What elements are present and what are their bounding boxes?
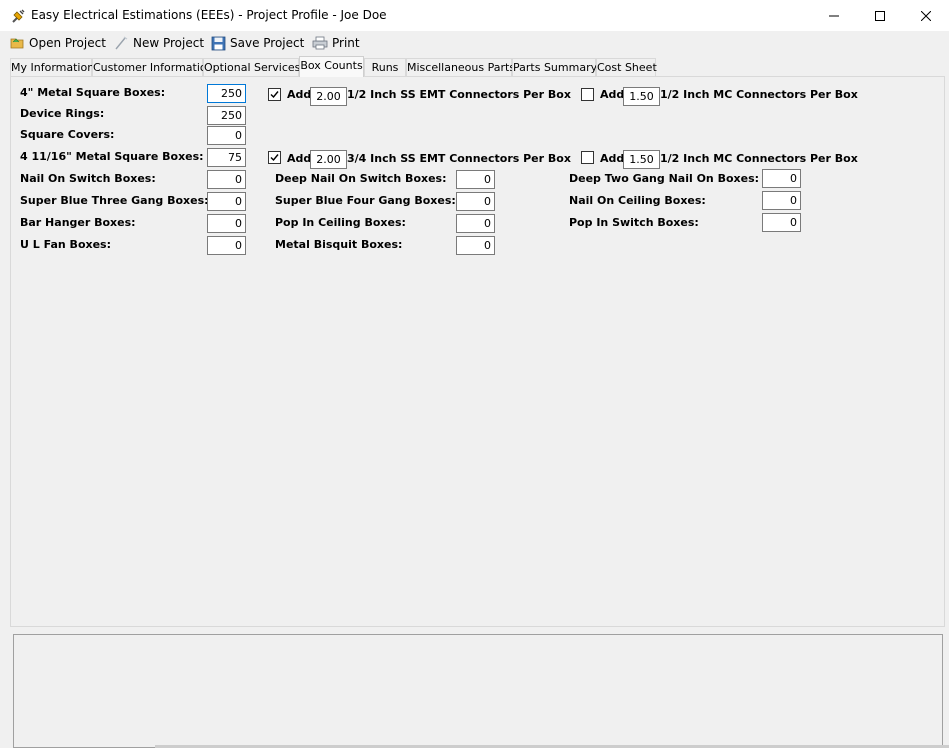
tab-cost-sheet[interactable]: Cost Sheet xyxy=(596,58,657,76)
deep-two-gang-label: Deep Two Gang Nail On Boxes: xyxy=(569,172,760,185)
tab-optional-services[interactable]: Optional Services xyxy=(203,58,300,76)
toolbar: Open Project New Project Save Project Pr… xyxy=(0,31,949,55)
row2-emt-add-label: Add xyxy=(287,152,312,165)
row1-mc-add-label: Add xyxy=(600,88,625,101)
tab-runs[interactable]: Runs xyxy=(364,58,406,76)
row1-emt-checkbox[interactable] xyxy=(268,88,281,101)
open-folder-icon xyxy=(10,38,24,49)
open-project-button[interactable]: Open Project xyxy=(10,34,106,52)
row2-mc-text: 1/2 Inch MC Connectors Per Box xyxy=(660,152,858,165)
square-covers-input[interactable]: 0 xyxy=(207,126,246,145)
nail-on-switch-input[interactable]: 0 xyxy=(207,170,246,189)
new-project-label: New Project xyxy=(133,36,205,50)
ul-fan-input[interactable]: 0 xyxy=(207,236,246,255)
tab-miscellaneous-parts[interactable]: Miscellaneous Parts xyxy=(406,58,515,76)
tab-box-counts[interactable]: Box Counts xyxy=(299,56,364,77)
row2-mc-input[interactable]: 1.50 xyxy=(623,150,660,169)
maximize-icon xyxy=(875,10,885,21)
plug-icon xyxy=(12,9,25,23)
tab-customer-information[interactable]: Customer Information xyxy=(92,58,214,76)
tab-my-information[interactable]: My Information xyxy=(10,58,94,76)
pop-in-ceiling-label: Pop In Ceiling Boxes: xyxy=(275,216,406,229)
pop-in-switch-label: Pop In Switch Boxes: xyxy=(569,216,699,229)
minimize-icon xyxy=(829,15,839,16)
row1-mc-input[interactable]: 1.50 xyxy=(623,87,660,106)
open-project-label: Open Project xyxy=(29,36,106,50)
ul-fan-label: U L Fan Boxes: xyxy=(20,238,111,251)
maximize-button[interactable] xyxy=(857,0,903,31)
pop-in-switch-input[interactable]: 0 xyxy=(762,213,801,232)
deep-nail-on-switch-input[interactable]: 0 xyxy=(456,170,495,189)
row2-mc-checkbox[interactable] xyxy=(581,151,594,164)
super-blue-three-input[interactable]: 0 xyxy=(207,192,246,211)
save-disk-icon xyxy=(211,36,226,50)
close-icon xyxy=(921,10,931,21)
deep-two-gang-input[interactable]: 0 xyxy=(762,169,801,188)
print-button[interactable]: Print xyxy=(312,34,360,52)
metal-square-411-label: 4 11/16" Metal Square Boxes: xyxy=(20,150,204,163)
nail-on-switch-label: Nail On Switch Boxes: xyxy=(20,172,156,185)
row1-mc-text: 1/2 Inch MC Connectors Per Box xyxy=(660,88,858,101)
row1-mc-checkbox[interactable] xyxy=(581,88,594,101)
nail-on-ceiling-label: Nail On Ceiling Boxes: xyxy=(569,194,706,207)
row2-emt-text: 3/4 Inch SS EMT Connectors Per Box xyxy=(347,152,571,165)
row2-emt-checkbox[interactable] xyxy=(268,151,281,164)
bar-hanger-input[interactable]: 0 xyxy=(207,214,246,233)
save-project-label: Save Project xyxy=(230,36,305,50)
row2-mc-add-label: Add xyxy=(600,152,625,165)
printer-icon xyxy=(312,36,328,50)
new-project-button[interactable]: New Project xyxy=(114,34,204,52)
metal-square-411-input[interactable]: 75 xyxy=(207,148,246,167)
row1-emt-text: 1/2 Inch SS EMT Connectors Per Box xyxy=(347,88,571,101)
super-blue-four-label: Super Blue Four Gang Boxes: xyxy=(275,194,456,207)
square-covers-label: Square Covers: xyxy=(20,128,115,141)
nail-on-ceiling-input[interactable]: 0 xyxy=(762,191,801,210)
row1-emt-input[interactable]: 2.00 xyxy=(310,87,347,106)
pop-in-ceiling-input[interactable]: 0 xyxy=(456,214,495,233)
super-blue-three-label: Super Blue Three Gang Boxes: xyxy=(20,194,209,207)
bottom-panel xyxy=(13,634,943,748)
device-rings-input[interactable]: 250 xyxy=(207,106,246,125)
close-button[interactable] xyxy=(903,0,949,31)
print-label: Print xyxy=(332,36,360,50)
save-project-button[interactable]: Save Project xyxy=(211,34,304,52)
title-bar: Easy Electrical Estimations (EEEs) - Pro… xyxy=(0,0,949,31)
new-document-icon xyxy=(115,36,128,50)
tab-parts-summary[interactable]: Parts Summary xyxy=(512,58,597,76)
metal-square-4-input[interactable]: 250 xyxy=(207,84,246,103)
checkmark-icon xyxy=(270,91,279,99)
metal-bisquit-label: Metal Bisquit Boxes: xyxy=(275,238,403,251)
bar-hanger-label: Bar Hanger Boxes: xyxy=(20,216,136,229)
row2-emt-input[interactable]: 2.00 xyxy=(310,150,347,169)
device-rings-label: Device Rings: xyxy=(20,107,105,120)
metal-square-4-label: 4" Metal Square Boxes: xyxy=(20,86,166,99)
deep-nail-on-switch-label: Deep Nail On Switch Boxes: xyxy=(275,172,447,185)
row1-emt-add-label: Add xyxy=(287,88,312,101)
super-blue-four-input[interactable]: 0 xyxy=(456,192,495,211)
checkmark-icon xyxy=(270,154,279,162)
window-title: Easy Electrical Estimations (EEEs) - Pro… xyxy=(31,8,387,22)
metal-bisquit-input[interactable]: 0 xyxy=(456,236,495,255)
minimize-button[interactable] xyxy=(811,0,857,31)
